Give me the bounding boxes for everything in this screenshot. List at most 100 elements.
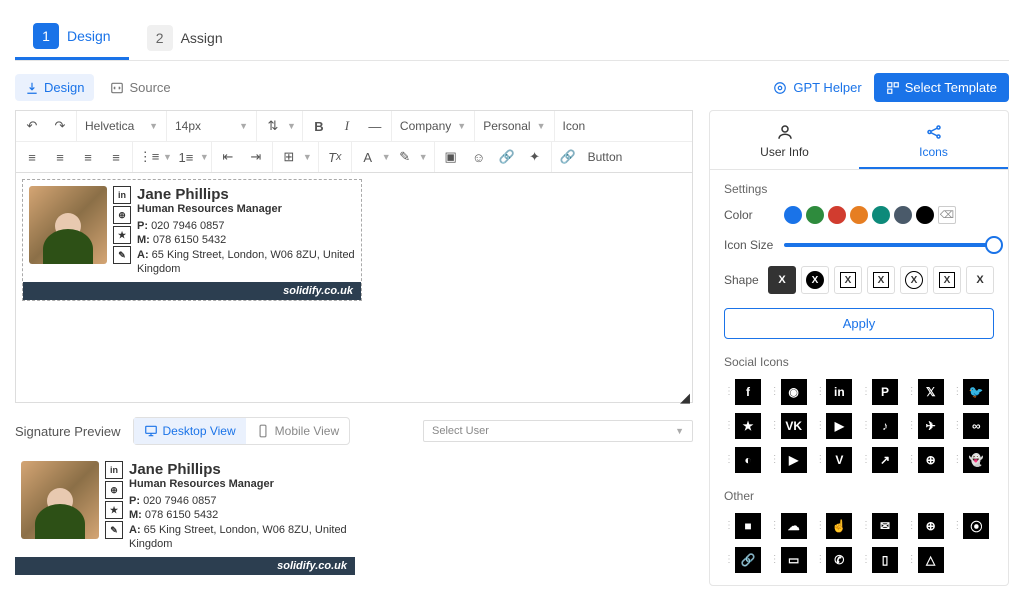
step-design[interactable]: 1 Design: [15, 15, 129, 60]
mobile-view-button[interactable]: Mobile View: [246, 418, 349, 444]
shape-option-plain[interactable]: X: [966, 266, 994, 294]
resize-handle[interactable]: ◢: [680, 390, 692, 402]
select-user-dropdown[interactable]: Select User ▼: [423, 420, 693, 442]
apply-button[interactable]: Apply: [724, 308, 994, 339]
icon-share[interactable]: ⋮⋮↗: [861, 447, 903, 473]
icon-triangle[interactable]: ⋮⋮△: [907, 547, 949, 573]
desktop-view-button[interactable]: Desktop View: [134, 418, 246, 444]
shape-option-filled-square[interactable]: X: [768, 266, 796, 294]
icon-mobile[interactable]: ⋮⋮▯: [861, 547, 903, 573]
align-left-button[interactable]: ≡: [18, 142, 46, 172]
icon-googleplay[interactable]: ⋮⋮▶: [815, 413, 857, 439]
clear-format-button[interactable]: Tx: [321, 142, 349, 172]
shape-option-outline-square-2[interactable]: X: [867, 266, 895, 294]
color-swatch[interactable]: [850, 206, 868, 224]
gpt-helper-button[interactable]: GPT Helper: [773, 80, 861, 95]
color-reset[interactable]: ⌫: [938, 206, 956, 224]
drag-handle-icon: ⋮⋮: [861, 389, 869, 395]
mode-source[interactable]: Source: [100, 74, 180, 101]
color-swatch[interactable]: [828, 206, 846, 224]
icon-x[interactable]: ⋮⋮𝕏: [907, 379, 949, 405]
insert-button-item[interactable]: Button: [582, 150, 629, 164]
icon-tiktok[interactable]: ⋮⋮♪: [861, 413, 903, 439]
outdent-button[interactable]: ⇤: [214, 142, 242, 172]
icon-mail[interactable]: ⋮⋮✉: [861, 513, 903, 539]
icon-youtube[interactable]: ⋮⋮▶: [770, 447, 812, 473]
icon-instagram[interactable]: ⋮⋮◉: [770, 379, 812, 405]
edit-icon[interactable]: ✎: [113, 246, 131, 264]
pinterest-icon: P: [872, 379, 898, 405]
shape-option-outline-square[interactable]: X: [834, 266, 862, 294]
icon-apple[interactable]: ⋮⋮■: [724, 513, 766, 539]
shape-option-filled-circle[interactable]: X: [801, 266, 829, 294]
shape-option-outline-square-3[interactable]: X: [933, 266, 961, 294]
icon-yelp[interactable]: ⋮⋮★: [724, 413, 766, 439]
editor-canvas[interactable]: in ⊕ ★ ✎ Jane Phillips Human Resources M…: [15, 173, 693, 403]
tab-icons[interactable]: Icons: [859, 111, 1008, 169]
color-swatch[interactable]: [806, 206, 824, 224]
icon-dropdown[interactable]: Icon: [555, 111, 615, 141]
icon-cloud[interactable]: ⋮⋮☁: [770, 513, 812, 539]
icon-vk[interactable]: ⋮⋮VK: [770, 413, 812, 439]
x-icon: 𝕏: [918, 379, 944, 405]
font-size-dropdown[interactable]: 14px▼: [167, 111, 257, 141]
bold-button[interactable]: B: [305, 111, 333, 141]
yelp-icon[interactable]: ★: [113, 226, 131, 244]
icon-phone[interactable]: ⋮⋮✆: [815, 547, 857, 573]
icon-facebook[interactable]: ⋮⋮f: [724, 379, 766, 405]
step-assign[interactable]: 2 Assign: [129, 15, 241, 60]
unordered-list-button[interactable]: ⋮≡: [135, 142, 163, 172]
icon-vimeo[interactable]: ⋮⋮V: [815, 447, 857, 473]
personal-dropdown[interactable]: Personal▼: [475, 111, 554, 141]
icon-snapchat[interactable]: ⋮⋮👻: [952, 447, 994, 473]
insert-link-button[interactable]: 🔗: [554, 142, 582, 172]
drag-handle-icon: ⋮⋮: [907, 389, 915, 395]
googleplay-icon: ▶: [826, 413, 852, 439]
icon-meta[interactable]: ⋮⋮∞: [952, 413, 994, 439]
link-button[interactable]: 🔗: [493, 142, 521, 172]
icon-pinterest[interactable]: ⋮⋮P: [861, 379, 903, 405]
company-dropdown[interactable]: Company▼: [392, 111, 475, 141]
icon-briefcase[interactable]: ⋮⋮▭: [770, 547, 812, 573]
undo-button[interactable]: ↶: [18, 111, 46, 141]
icon-mastodon[interactable]: ⋮⋮⊕: [907, 447, 949, 473]
italic-button[interactable]: I: [333, 111, 361, 141]
line-height-button[interactable]: ⇅: [259, 111, 287, 141]
emoji-button[interactable]: ☺: [465, 142, 493, 172]
mode-design[interactable]: Design: [15, 74, 94, 101]
shape-option-outline-circle[interactable]: X: [900, 266, 928, 294]
drag-handle-icon: ⋮⋮: [815, 523, 823, 529]
image-button[interactable]: ▣: [437, 142, 465, 172]
tab-user-info[interactable]: User Info: [710, 111, 859, 169]
signature-block[interactable]: in ⊕ ★ ✎ Jane Phillips Human Resources M…: [22, 179, 362, 301]
linkedin-icon: in: [105, 461, 123, 479]
icon-link[interactable]: ⋮⋮🔗: [724, 547, 766, 573]
color-swatch[interactable]: [784, 206, 802, 224]
mastodon-icon[interactable]: ⊕: [113, 206, 131, 224]
align-justify-button[interactable]: ≡: [102, 142, 130, 172]
redo-button[interactable]: ↷: [46, 111, 74, 141]
icon-twitter[interactable]: ⋮⋮🐦: [952, 379, 994, 405]
icon-discord[interactable]: ⋮⋮◐: [724, 447, 766, 473]
color-swatch[interactable]: [916, 206, 934, 224]
icon-globe[interactable]: ⋮⋮⊕: [907, 513, 949, 539]
align-center-button[interactable]: ≡: [46, 142, 74, 172]
select-template-button[interactable]: Select Template: [874, 73, 1009, 102]
special-button[interactable]: ✦: [521, 142, 549, 172]
linkedin-icon[interactable]: in: [113, 186, 131, 204]
icon-pointer[interactable]: ⋮⋮☝: [815, 513, 857, 539]
icon-pin[interactable]: ⋮⋮⦿: [952, 513, 994, 539]
font-color-button[interactable]: A: [354, 142, 382, 172]
ordered-list-button[interactable]: 1≡: [172, 142, 200, 172]
color-swatch[interactable]: [894, 206, 912, 224]
icon-telegram[interactable]: ⋮⋮✈: [907, 413, 949, 439]
align-right-button[interactable]: ≡: [74, 142, 102, 172]
font-family-dropdown[interactable]: Helvetica▼: [77, 111, 167, 141]
icon-linkedin[interactable]: ⋮⋮in: [815, 379, 857, 405]
indent-button[interactable]: ⇥: [242, 142, 270, 172]
icon-size-slider[interactable]: [784, 243, 994, 247]
highlight-button[interactable]: ✎: [391, 142, 419, 172]
color-swatch[interactable]: [872, 206, 890, 224]
strikethrough-button[interactable]: —: [361, 111, 389, 141]
table-button[interactable]: ⊞: [275, 142, 303, 172]
